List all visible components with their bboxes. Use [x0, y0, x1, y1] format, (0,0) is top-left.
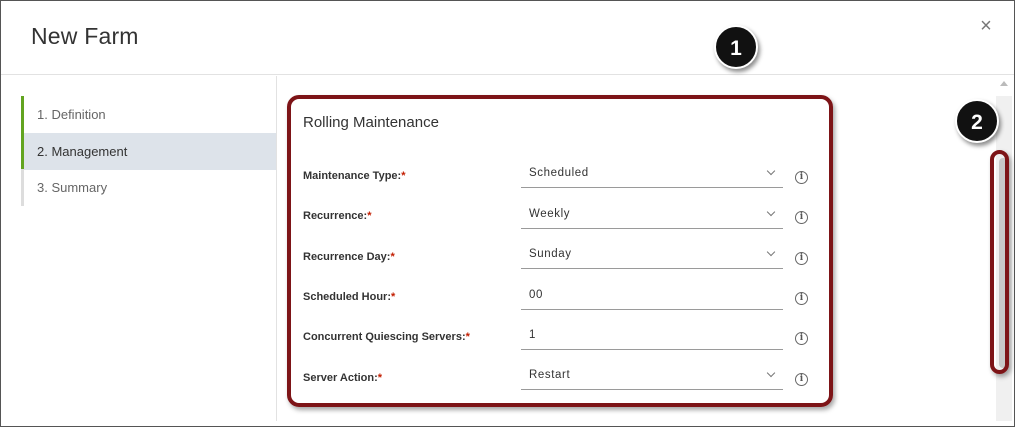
step-management[interactable]: 2. Management	[21, 133, 276, 170]
step-definition[interactable]: 1. Definition	[21, 96, 276, 133]
callout-badge-2: 2	[955, 99, 999, 143]
scrollbar-highlight-callout	[990, 150, 1009, 374]
step-summary[interactable]: 3. Summary	[21, 169, 276, 206]
dialog-header: New Farm ×	[1, 1, 1014, 75]
close-icon[interactable]: ×	[977, 16, 995, 36]
scroll-up-arrow-icon[interactable]	[1000, 81, 1008, 86]
form-highlight-callout	[287, 95, 833, 407]
dialog-title: New Farm	[31, 23, 139, 49]
wizard-steps: 1. Definition 2. Management 3. Summary	[1, 76, 277, 421]
callout-badge-1: 1	[714, 25, 758, 69]
